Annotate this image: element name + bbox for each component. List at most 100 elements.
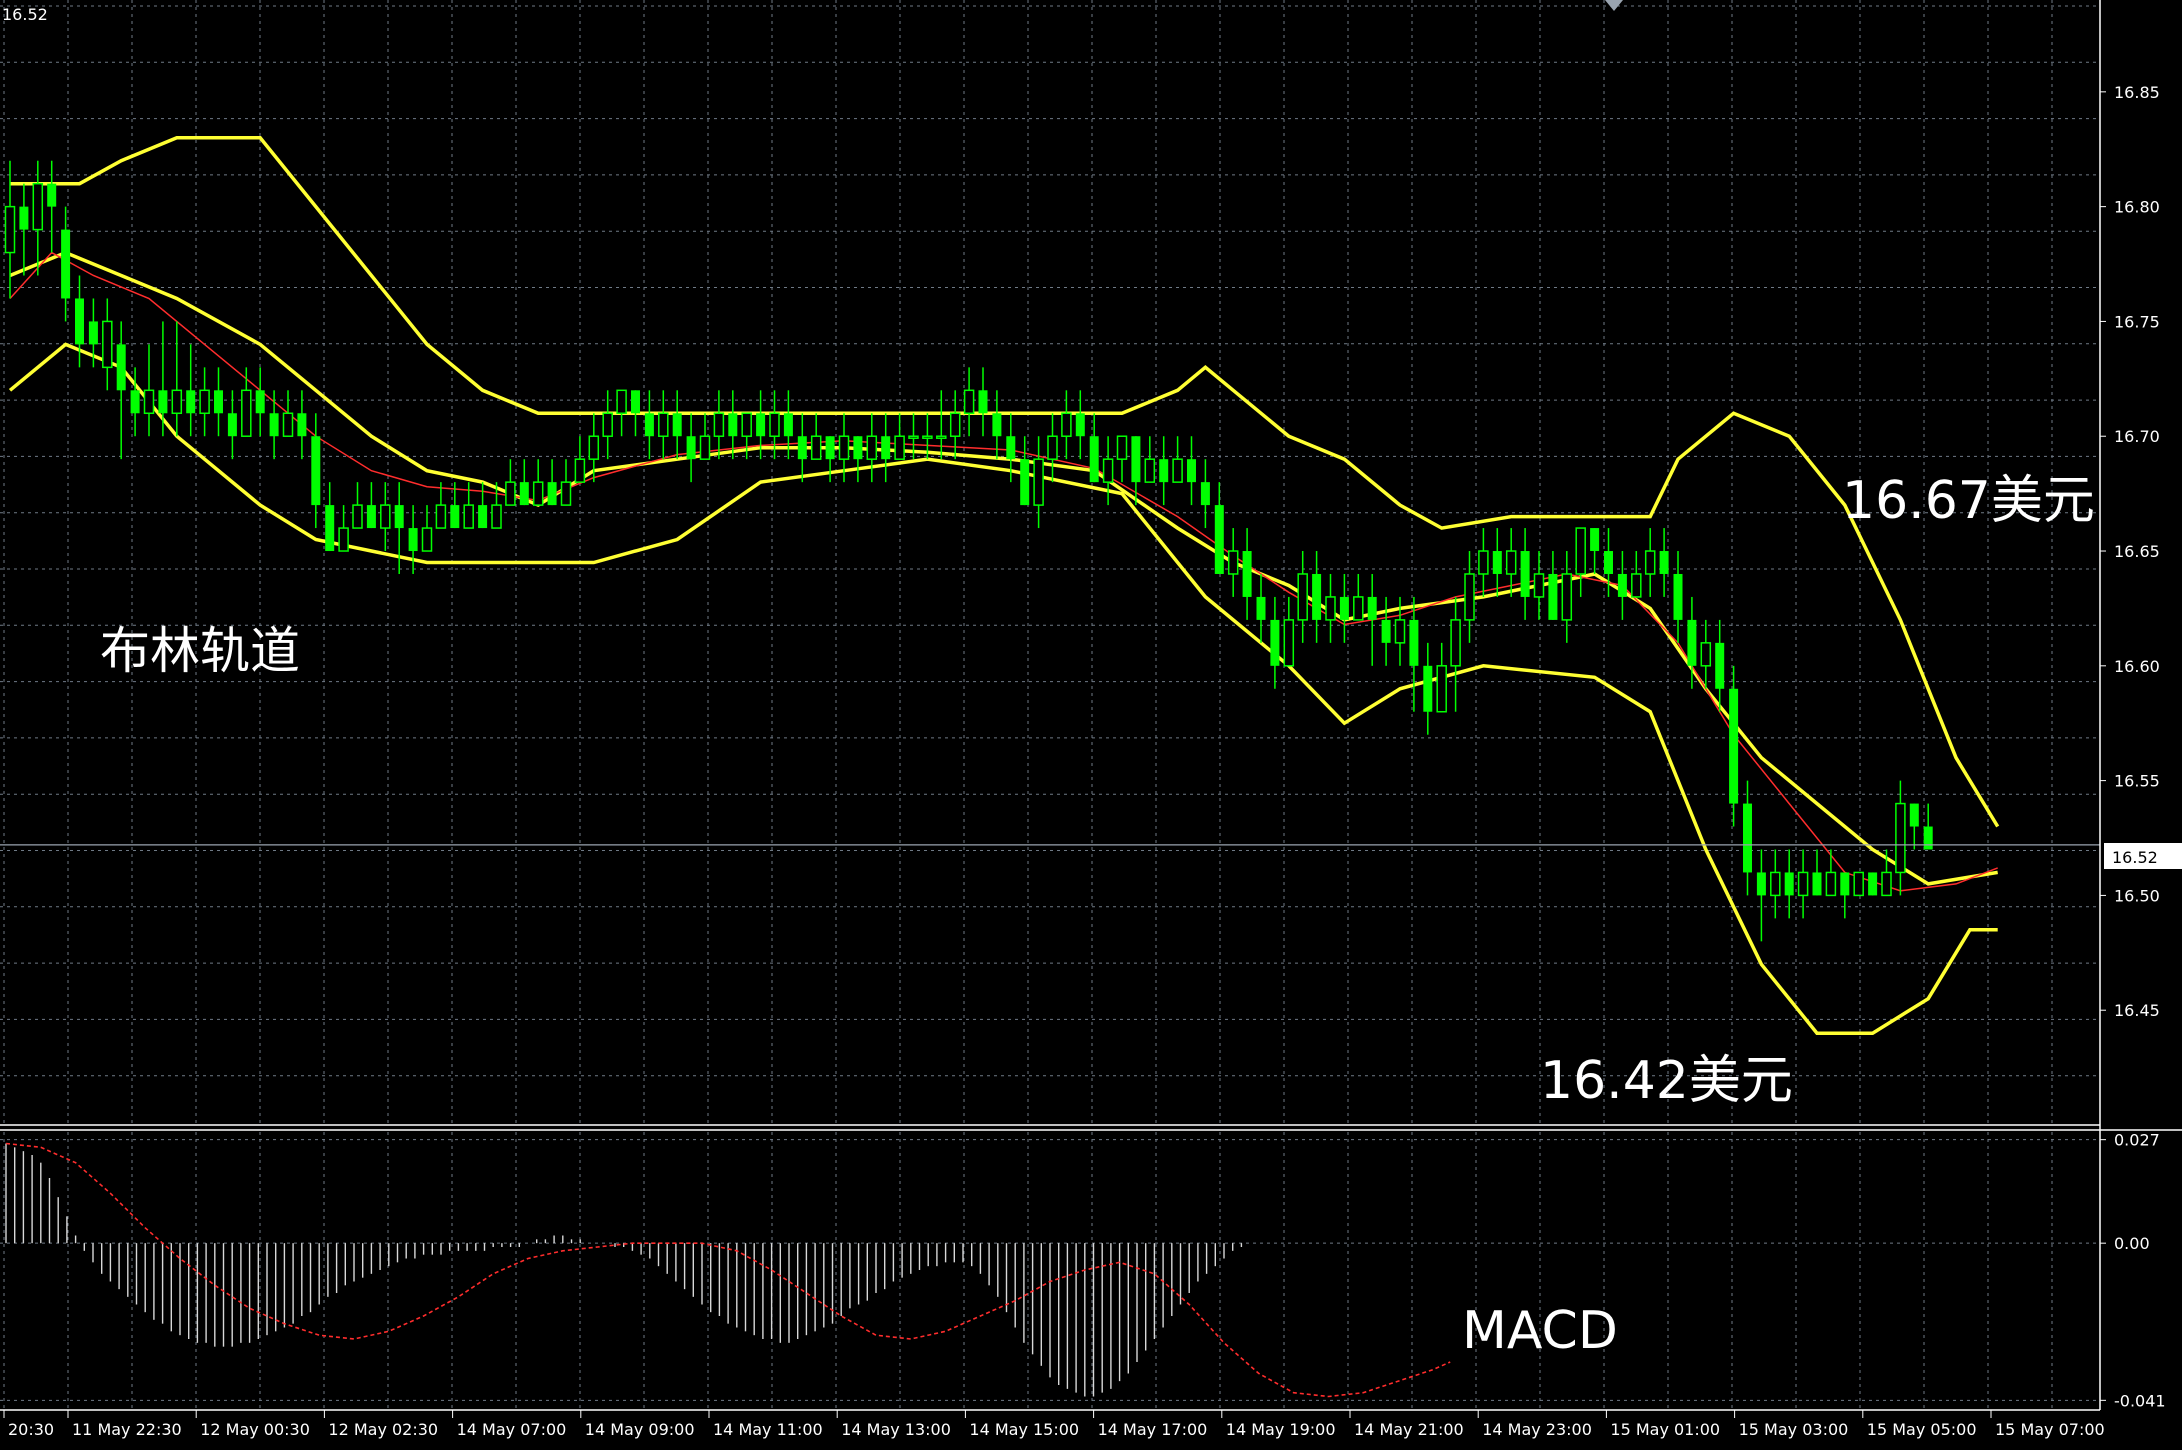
candle-body-up (658, 412, 669, 437)
time-tick-label: 12 May 02:30 (328, 1420, 438, 1439)
time-tick-label: 20:30 (8, 1420, 54, 1439)
candle-body-down (75, 298, 84, 345)
candle-body-down (214, 390, 223, 414)
candle-body-up (421, 527, 433, 552)
candle (1729, 665, 1739, 827)
candle (1853, 871, 1864, 897)
macd-label: MACD (1462, 1301, 1618, 1361)
price-tick-label: 16.50 (2114, 886, 2160, 905)
candle-body-down (1006, 436, 1016, 460)
candle-body-down (1673, 573, 1683, 620)
time-tick-label: 14 May 07:00 (457, 1420, 567, 1439)
candle-body-down (1256, 596, 1266, 620)
current-price-label: 16.52 (2112, 848, 2158, 867)
candle-body-up (560, 481, 572, 506)
candle-body-up (1797, 871, 1809, 897)
candle-body-up (32, 182, 44, 231)
candle-body-down (1075, 413, 1085, 437)
candle-body-down (1159, 459, 1169, 483)
candle-body-up (380, 504, 391, 529)
bollinger-annotation: 布林轨道 (100, 622, 300, 680)
candle-body-down (1729, 688, 1739, 804)
candle-body-up (769, 412, 780, 437)
price-tick-label: 16.75 (2114, 312, 2160, 331)
candle-body-up (713, 412, 725, 437)
candle-body-down (1242, 551, 1252, 597)
candle-body-down (1367, 596, 1377, 620)
candle-body-down (1590, 528, 1600, 552)
time-tick-label: 14 May 09:00 (585, 1420, 695, 1439)
candle-body-down (1840, 872, 1850, 896)
candle-body-up (616, 389, 627, 415)
candle-body-down (47, 183, 57, 207)
candle-body-up (463, 504, 474, 529)
candle-body-up (810, 435, 822, 460)
candle-body-up (1770, 871, 1781, 897)
macd-tick-label: 0.027 (2114, 1131, 2160, 1150)
price-tick-label: 16.45 (2114, 1001, 2160, 1020)
candle-body-down (1089, 436, 1099, 483)
candle-body-up (1436, 665, 1447, 713)
candle-body-down (255, 390, 265, 414)
candle-body-up (1881, 871, 1892, 897)
candle-body-up (838, 435, 850, 460)
candle-body-down (1131, 436, 1141, 483)
candle-body-down (1381, 619, 1391, 643)
candle-body-up (199, 389, 210, 415)
time-tick-label: 14 May 21:00 (1354, 1420, 1464, 1439)
candle-body-down (1423, 665, 1433, 712)
candle-body-down (1604, 551, 1613, 574)
candle-body-up (741, 412, 752, 437)
time-tick-label: 15 May 01:00 (1610, 1420, 1720, 1439)
lower-price-annotation: 16.42美元 (1540, 1051, 1793, 1111)
time-tick-label: 14 May 17:00 (1098, 1420, 1208, 1439)
candle-body-down (297, 413, 307, 437)
candle-body-up (699, 435, 711, 460)
candle-body-up (4, 205, 16, 254)
candle-body-down (19, 206, 29, 230)
candle-body-up (1283, 619, 1295, 667)
candle-body-up (908, 435, 919, 439)
candle-body-up (1464, 573, 1475, 621)
candle-body-down (825, 436, 835, 460)
candle-body-up (241, 389, 252, 437)
candle-body-down (408, 528, 418, 552)
candle-body-up (1033, 458, 1044, 506)
time-tick-label: 14 May 19:00 (1226, 1420, 1336, 1439)
candle-body-up (532, 481, 544, 506)
candle-body-down (686, 436, 696, 460)
candle-body-down (325, 505, 335, 552)
candle-body-up (1061, 412, 1072, 437)
candle-body-up (1102, 458, 1114, 483)
candle-body-up (1533, 573, 1545, 598)
candle-body-up (963, 389, 975, 415)
time-tick-label: 14 May 11:00 (713, 1420, 823, 1439)
candle-body-down (547, 482, 557, 506)
candle-body-down (756, 413, 766, 437)
candle-body-up (936, 435, 947, 439)
candle-body-up (338, 527, 349, 552)
time-tick-label: 14 May 23:00 (1482, 1420, 1592, 1439)
candle-body-up (1505, 550, 1517, 575)
candle-body-down (1687, 619, 1697, 666)
candle-body-up (922, 435, 933, 439)
candle-body-up (1700, 642, 1712, 667)
candle-body-down (366, 505, 376, 529)
time-tick-label: 15 May 07:00 (1995, 1420, 2105, 1439)
candle-body-down (311, 436, 321, 506)
candle-body-down (1339, 596, 1349, 620)
time-tick-label: 14 May 13:00 (841, 1420, 951, 1439)
candle-body-up (1325, 596, 1336, 621)
candle-body-down (1187, 459, 1196, 483)
candle-body-up (1116, 435, 1128, 460)
candle-body-up (1227, 550, 1239, 575)
candle-body-down (1214, 505, 1224, 574)
candle-body-down (1492, 551, 1502, 574)
candle-body-down (644, 413, 654, 437)
candle-body-up (949, 412, 961, 437)
candle-body-up (1631, 573, 1642, 598)
candle-body-up (1575, 527, 1586, 575)
candle-body-up (102, 320, 113, 369)
chart-background (0, 0, 2182, 1450)
candle-body-down (1756, 872, 1766, 896)
